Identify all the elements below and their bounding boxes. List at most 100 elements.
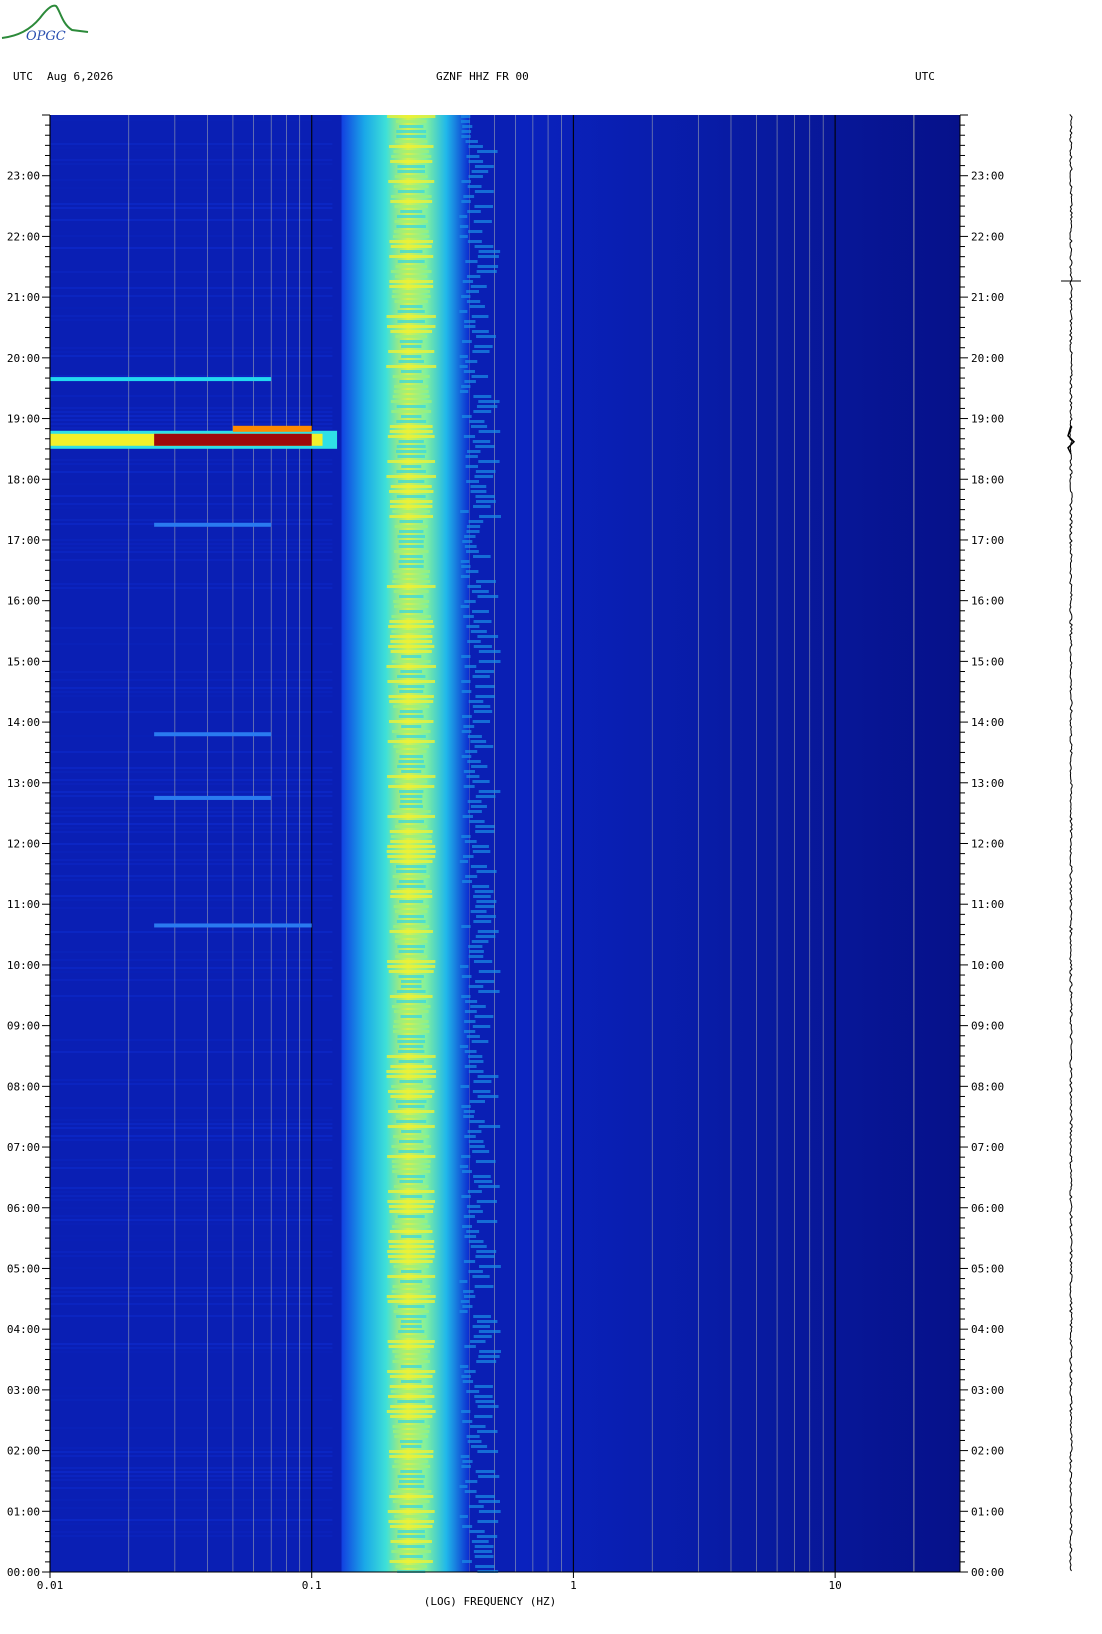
band-edge-cell <box>461 1465 471 1468</box>
band-edge-cell <box>465 260 478 263</box>
band-cell <box>396 445 426 448</box>
band-cell <box>389 1375 433 1378</box>
band-cell <box>387 1300 435 1303</box>
band-edge-cell <box>477 1520 499 1523</box>
band-cell <box>399 555 423 558</box>
band-edge-cell <box>467 760 481 763</box>
band-edge-cell <box>460 560 470 563</box>
band-edge-cell <box>467 735 482 738</box>
band-cell <box>396 135 427 138</box>
texture-row <box>50 231 333 233</box>
texture-row <box>50 831 333 833</box>
band-cell <box>389 635 433 638</box>
band-cell <box>389 240 434 243</box>
band-edge-cell <box>465 465 479 468</box>
texture-row <box>50 751 333 753</box>
band-edge-cell <box>472 780 490 783</box>
band-edge-cell <box>478 1475 500 1478</box>
band-cell <box>391 1005 431 1008</box>
band-edge-cell <box>473 645 492 648</box>
texture-row <box>50 1039 333 1041</box>
texture-row <box>50 1083 333 1085</box>
texture-row <box>50 463 333 465</box>
band-edge-cell <box>474 1545 494 1548</box>
band-cell <box>390 1095 433 1098</box>
x-tick-label: 0.01 <box>37 1579 64 1592</box>
band-cell <box>386 1410 436 1413</box>
band-edge-cell <box>474 1180 493 1183</box>
band-edge-cell <box>472 850 491 853</box>
texture-row <box>50 1223 333 1225</box>
band-cell <box>390 895 433 898</box>
band-edge-cell <box>476 915 496 918</box>
texture-row <box>50 931 333 933</box>
band-edge-cell <box>478 1355 500 1358</box>
texture-row <box>50 999 333 1001</box>
texture-row <box>50 551 333 553</box>
band-edge-cell <box>463 1030 476 1033</box>
texture-row <box>50 1399 333 1401</box>
band-cell <box>393 185 429 188</box>
texture-row <box>50 1291 333 1293</box>
band-cell <box>397 190 425 193</box>
band-edge-cell <box>460 1300 470 1303</box>
texture-row <box>50 1483 333 1485</box>
band-edge-cell <box>479 1350 501 1353</box>
band-edge-cell <box>463 615 474 618</box>
event-4 <box>154 795 272 800</box>
band-cell <box>387 680 436 683</box>
band-cell <box>388 695 434 698</box>
y-tick-label-right: 05:00 <box>971 1262 1004 1275</box>
band-edge-cell <box>464 1235 477 1238</box>
texture-row <box>50 1347 333 1349</box>
band-edge-cell <box>473 1315 491 1318</box>
band-cell <box>393 1020 429 1023</box>
texture-row <box>50 163 333 165</box>
band-edge-cell <box>473 920 492 923</box>
texture-row <box>50 159 333 161</box>
band-edge-cell <box>468 1140 484 1143</box>
band-cell <box>388 970 434 973</box>
band-cell <box>397 1105 425 1108</box>
band-edge-cell <box>470 740 487 743</box>
y-tick-label-left: 12:00 <box>7 838 40 851</box>
band-cell <box>399 340 423 343</box>
band-cell <box>399 380 424 383</box>
texture-row <box>50 1387 333 1389</box>
band-edge-cell <box>463 1215 475 1218</box>
y-tick-label-left: 00:00 <box>7 1566 40 1579</box>
band-cell <box>397 320 425 323</box>
band-cell <box>390 835 432 838</box>
band-cell <box>386 1075 436 1078</box>
texture-row <box>50 1315 333 1317</box>
band-cell <box>394 940 428 943</box>
band-cell <box>389 515 434 518</box>
band-edge-cell <box>459 1365 469 1368</box>
band-cell <box>398 545 424 548</box>
texture-row <box>50 539 333 541</box>
band-edge-cell <box>460 510 469 513</box>
texture-row <box>50 1303 333 1305</box>
band-edge-cell <box>478 430 501 433</box>
band-edge-cell <box>473 1175 491 1178</box>
y-tick-label-left: 07:00 <box>7 1141 40 1154</box>
band-edge-cell <box>461 180 471 183</box>
band-edge-cell <box>471 330 489 333</box>
band-cell <box>399 805 423 808</box>
texture-row <box>50 1255 333 1257</box>
band-edge-cell <box>465 455 478 458</box>
texture-row <box>50 543 333 545</box>
band-cell <box>388 1190 435 1193</box>
band-edge-cell <box>470 485 487 488</box>
band-cell <box>390 1065 433 1068</box>
band-edge-cell <box>459 365 468 368</box>
band-edge-cell <box>472 1090 491 1093</box>
texture-row <box>50 1135 333 1137</box>
band-edge-cell <box>475 685 495 688</box>
band-cell <box>397 165 425 168</box>
band-cell <box>389 1560 433 1563</box>
band-cell <box>400 1270 422 1273</box>
texture-row <box>50 507 333 509</box>
band-edge-cell <box>476 335 496 338</box>
band-cell <box>398 480 425 483</box>
